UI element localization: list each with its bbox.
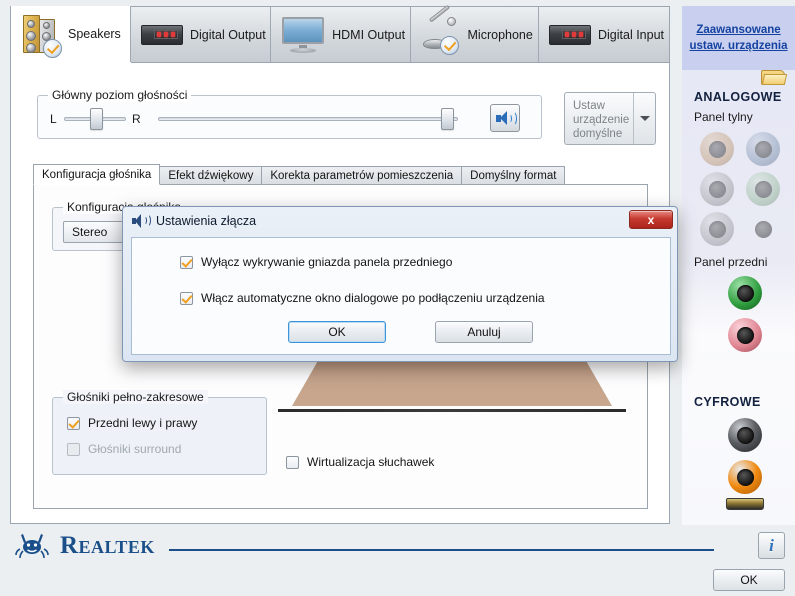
checkbox-box[interactable]: [67, 416, 80, 430]
advanced-device-settings-link[interactable]: Zaawansowane ustaw. urządzenia: [682, 22, 795, 54]
analog-section-title: ANALOGOWE: [694, 90, 782, 104]
connector-settings-dialog: Ustawienia złącza x Wyłącz wykrywanie gn…: [122, 206, 678, 362]
device-tab-digital-input[interactable]: Digital Input: [539, 7, 669, 62]
brand-name: Realtek: [60, 532, 155, 559]
info-icon: i: [769, 535, 774, 555]
rear-panel-jacks: [690, 132, 790, 246]
connector-sidebar: ANALOGOWE Panel tylny Panel przedni CYFR…: [682, 70, 795, 525]
checkbox-surround-speakers: Głośniki surround: [67, 442, 181, 456]
digital-device-icon: [549, 22, 591, 48]
master-volume-slider-thumb[interactable]: [441, 108, 454, 130]
mute-toggle-button[interactable]: [490, 104, 520, 132]
balance-slider-thumb[interactable]: [90, 108, 103, 130]
checkbox-box: [67, 442, 80, 456]
master-volume-slider[interactable]: [158, 108, 458, 130]
checkbox-label: Wyłącz wykrywanie gniazda panela przedni…: [201, 255, 453, 269]
set-default-device-button[interactable]: Ustaw urządzenie domyślne: [564, 92, 656, 145]
set-default-device-dropdown[interactable]: [633, 93, 655, 144]
device-tab-label: Digital Input: [598, 27, 665, 42]
speaker-icon: [132, 214, 151, 228]
brand-divider: [168, 549, 714, 551]
device-tab-hdmi-output[interactable]: HDMI Output: [271, 7, 411, 62]
device-tab-speakers[interactable]: Speakers: [11, 6, 131, 62]
speaker-config-value: Stereo: [72, 225, 108, 239]
device-tab-microphone[interactable]: Microphone: [410, 4, 539, 62]
front-panel-jacks: [728, 276, 762, 352]
checkbox-box[interactable]: [286, 455, 299, 469]
dialog-titlebar: Ustawienia złącza x: [123, 207, 677, 235]
jack-gray[interactable]: [700, 212, 734, 246]
dialog-cancel-button[interactable]: Anuluj: [435, 321, 533, 343]
dialog-title: Ustawienia złącza: [156, 214, 257, 228]
tab-konfiguracja-glosnika[interactable]: Konfiguracja głośnika: [33, 164, 161, 185]
tab-domyslny-format[interactable]: Domyślny format: [461, 166, 566, 185]
set-default-device-label: Ustaw urządzenie domyślne: [573, 100, 630, 140]
device-tabstrip: Speakers Digital Output HDMI Output Micr…: [11, 4, 669, 63]
chevron-down-icon: [639, 116, 650, 121]
checkbox-label: Włącz automatyczne okno dialogowe po pod…: [201, 291, 545, 305]
speakers-icon: [21, 13, 62, 58]
jack-black-spdif[interactable]: [728, 418, 762, 452]
dialog-ok-button[interactable]: OK: [288, 321, 386, 343]
rear-panel-label: Panel tylny: [694, 110, 753, 124]
hdmi-connector-icon[interactable]: [726, 498, 764, 510]
jack-blue[interactable]: [746, 132, 780, 166]
balance-slider[interactable]: [64, 108, 126, 130]
master-volume-legend: Główny poziom głośności: [48, 88, 192, 102]
info-button[interactable]: i: [758, 532, 785, 559]
jack-green[interactable]: [746, 172, 780, 206]
folder-icon[interactable]: [761, 67, 788, 86]
verified-badge-icon: [43, 39, 62, 58]
brand-bar: Realtek: [14, 532, 714, 560]
jack-orange-coax[interactable]: [728, 460, 762, 494]
jack-pink[interactable]: [728, 318, 762, 352]
room-floor-edge: [278, 409, 626, 412]
tab-efekt-dzwiekowy[interactable]: Efekt dźwiękowy: [159, 166, 263, 185]
digital-device-icon: [141, 22, 183, 48]
digital-jacks: [728, 418, 762, 494]
checkbox-label: Głośniki surround: [88, 442, 182, 456]
full-range-legend: Głośniki pełno-zakresowe: [63, 390, 208, 404]
front-panel-label: Panel przedni: [694, 255, 768, 269]
advanced-device-settings-panel: Zaawansowane ustaw. urządzenia: [682, 6, 795, 70]
checkbox-headphone-virtualization[interactable]: Wirtualizacja słuchawek: [286, 455, 434, 469]
master-volume-group: Główny poziom głośności L R: [37, 88, 542, 139]
jack-green[interactable]: [728, 276, 762, 310]
close-icon[interactable]: x: [629, 210, 673, 229]
speaker-volume-icon: [496, 110, 517, 126]
realtek-hd-audio-manager: Speakers Digital Output HDMI Output Micr…: [0, 0, 795, 596]
checkbox-enable-auto-popup-dialog[interactable]: Włącz automatyczne okno dialogowe po pod…: [180, 291, 545, 305]
tab-korekta-parametrow[interactable]: Korekta parametrów pomieszczenia: [261, 166, 463, 185]
jack-orange[interactable]: [700, 132, 734, 166]
checkbox-front-left-right[interactable]: Przedni lewy i prawy: [67, 416, 197, 430]
checkbox-box[interactable]: [180, 255, 193, 269]
ok-button[interactable]: OK: [713, 569, 785, 591]
jack-gray[interactable]: [700, 172, 734, 206]
checkbox-box[interactable]: [180, 291, 193, 305]
device-tab-label: HDMI Output: [332, 27, 406, 42]
balance-right-label: R: [132, 112, 141, 126]
full-range-speakers-group: Głośniki pełno-zakresowe Przedni lewy i …: [52, 390, 267, 475]
monitor-icon: [281, 16, 325, 54]
device-tab-digital-output[interactable]: Digital Output: [131, 7, 272, 62]
realtek-logo-icon: [14, 532, 50, 560]
device-tab-label: Microphone: [467, 27, 533, 42]
digital-section-title: CYFROWE: [694, 395, 761, 409]
verified-badge-icon: [439, 35, 459, 55]
checkbox-label: Przedni lewy i prawy: [88, 416, 198, 430]
microphone-icon: [421, 4, 461, 55]
checkbox-disable-front-panel-detection[interactable]: Wyłącz wykrywanie gniazda panela przedni…: [180, 255, 452, 269]
device-tab-label: Digital Output: [190, 27, 266, 42]
jack-pink[interactable]: [746, 212, 780, 246]
checkbox-label: Wirtualizacja słuchawek: [307, 455, 435, 469]
balance-left-label: L: [50, 112, 57, 126]
dialog-body: Wyłącz wykrywanie gniazda panela przedni…: [131, 237, 671, 355]
device-tab-label: Speakers: [68, 27, 121, 41]
inner-tabstrip: Konfiguracja głośnika Efekt dźwiękowy Ko…: [33, 164, 648, 185]
